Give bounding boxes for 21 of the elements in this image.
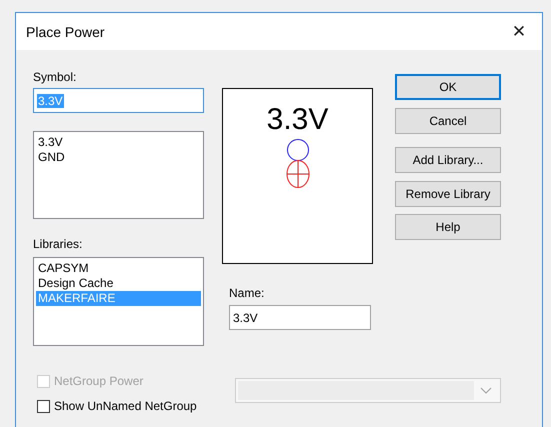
dialog-button[interactable]: OK — [395, 74, 501, 100]
checkbox[interactable] — [37, 400, 50, 412]
preview-text: 3.3V — [266, 103, 328, 137]
checkbox-label[interactable]: Show UnNamed NetGroup — [54, 399, 197, 413]
window-title: Place Power — [26, 24, 105, 40]
dialog-button[interactable]: Help — [395, 214, 501, 240]
symbol-list-item[interactable]: 3.3V — [36, 135, 201, 150]
name-label: Name: — [229, 286, 264, 300]
chevron-down-icon — [480, 386, 492, 394]
library-list-item[interactable]: CAPSYM — [36, 261, 201, 276]
libraries-label: Libraries: — [33, 237, 82, 251]
symbol-list[interactable]: 3.3V GND — [33, 131, 204, 219]
symbol-label: Symbol: — [33, 70, 76, 84]
dialog-button[interactable]: Cancel — [395, 108, 501, 134]
libraries-list[interactable]: CAPSYM Design Cache MAKERFAIRE — [33, 257, 204, 346]
dialog-button[interactable]: Add Library... — [395, 147, 501, 173]
library-list-item[interactable]: Design Cache — [36, 276, 201, 291]
dialog-button[interactable]: Remove Library — [395, 181, 501, 207]
close-button[interactable]: ✕ — [496, 13, 542, 50]
name-field[interactable]: 3.3V — [229, 305, 371, 330]
symbol-list-item[interactable]: GND — [36, 150, 201, 165]
